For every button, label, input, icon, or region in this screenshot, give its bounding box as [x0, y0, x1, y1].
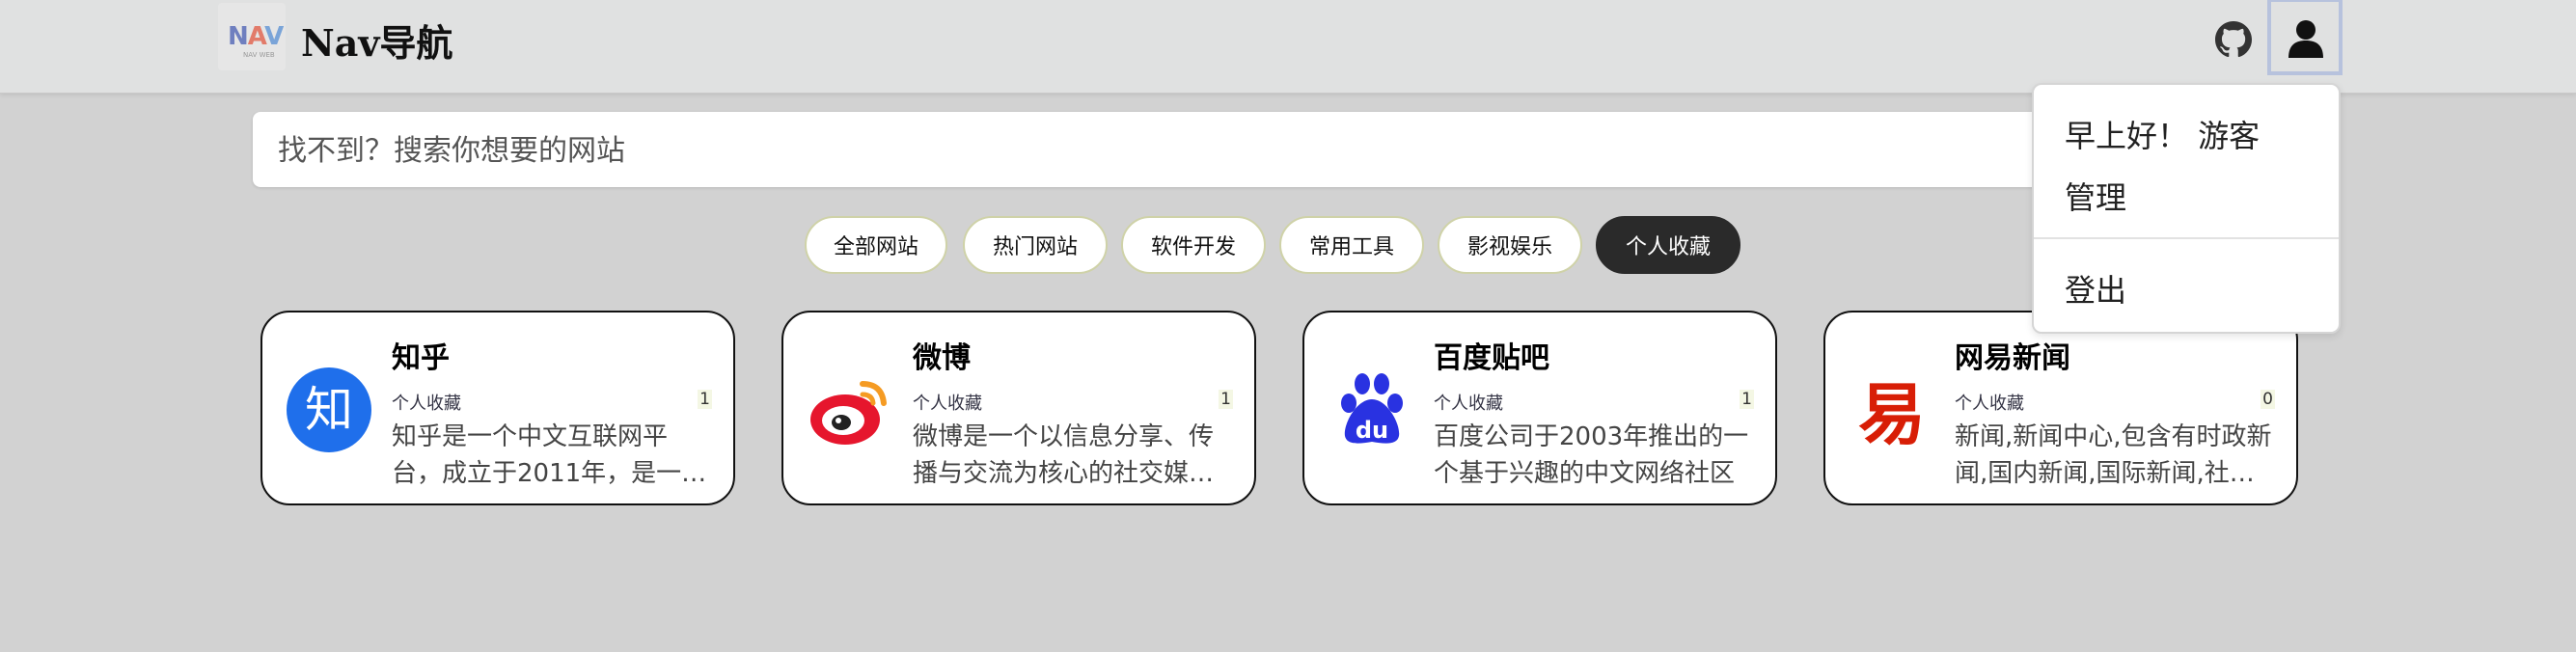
- user-icon: [2288, 20, 2323, 58]
- card-category: 个人收藏: [1955, 394, 2024, 414]
- user-dropdown-menu: 早上好！ 游客 管理 登出: [2032, 83, 2341, 334]
- card-title: 百度贴吧: [1434, 341, 1549, 375]
- card-description: 新闻,新闻中心,包含有时政新闻,国内新闻,国际新闻,社会新闻: [1955, 422, 2272, 488]
- zhihu-icon: 知: [287, 367, 371, 452]
- top-header: NAV NAV WEB Nav导航: [0, 0, 2576, 94]
- card-title: 微博: [913, 341, 971, 375]
- site-logo[interactable]: NAV NAV WEB: [218, 3, 286, 70]
- tab-dev[interactable]: 软件开发: [1121, 216, 1266, 274]
- search-bar: [253, 112, 2327, 189]
- search-input[interactable]: [276, 112, 2016, 189]
- card-category: 个人收藏: [1434, 394, 1503, 414]
- svg-text:易: 易: [1858, 375, 1926, 453]
- card-count: 1: [1740, 390, 1754, 409]
- user-menu-button[interactable]: [2267, 0, 2343, 75]
- card-title: 网易新闻: [1955, 341, 2070, 375]
- tab-popular[interactable]: 热门网站: [963, 216, 1108, 274]
- greeting-text: 早上好！ 游客: [2065, 118, 2261, 154]
- svg-text:知: 知: [305, 382, 353, 438]
- weibo-icon: [810, 381, 887, 445]
- card-count: 0: [2261, 390, 2275, 409]
- menu-divider: [2034, 237, 2339, 239]
- netease-news-icon: 易: [1858, 375, 1926, 453]
- card-category: 个人收藏: [913, 394, 982, 414]
- tab-favorites[interactable]: 个人收藏: [1596, 216, 1740, 274]
- site-card[interactable]: 知 知乎 个人收藏 1 知乎是一个中文互联网平台，成立于2011年，是一个高质量…: [260, 311, 735, 505]
- card-description: 微博是一个以信息分享、传播与交流为核心的社交媒体平台: [913, 422, 1215, 488]
- site-title[interactable]: Nav导航: [301, 14, 452, 67]
- svg-text:du: du: [1356, 417, 1388, 444]
- tab-all[interactable]: 全部网站: [805, 216, 947, 274]
- card-category: 个人收藏: [392, 394, 461, 414]
- logo-text: NAV: [228, 22, 284, 51]
- card-title: 知乎: [392, 341, 450, 375]
- card-description: 百度公司于2003年推出的一个基于兴趣的中文网络社区: [1434, 422, 1749, 488]
- github-icon[interactable]: [2215, 21, 2252, 58]
- tab-entertainment[interactable]: 影视娱乐: [1438, 216, 1582, 274]
- card-description: 知乎是一个中文互联网平台，成立于2011年，是一个高质量的问答社区: [392, 422, 707, 488]
- tab-tools[interactable]: 常用工具: [1279, 216, 1424, 274]
- card-count: 1: [698, 390, 712, 409]
- site-card[interactable]: du 百度贴吧 个人收藏 1 百度公司于2003年推出的一个基于兴趣的中文网络社…: [1302, 311, 1777, 505]
- site-card[interactable]: 微博 个人收藏 1 微博是一个以信息分享、传播与交流为核心的社交媒体平台: [781, 311, 1256, 505]
- card-count: 1: [1219, 390, 1233, 409]
- site-card[interactable]: 易 网易新闻 个人收藏 0 新闻,新闻中心,包含有时政新闻,国内新闻,国际新闻,…: [1823, 311, 2298, 505]
- manage-menu-item[interactable]: 管理: [2065, 174, 2126, 218]
- baidu-tieba-icon: du: [1341, 373, 1403, 444]
- logout-menu-item[interactable]: 登出: [2065, 266, 2126, 311]
- logo-subtext: NAV WEB: [243, 51, 275, 59]
